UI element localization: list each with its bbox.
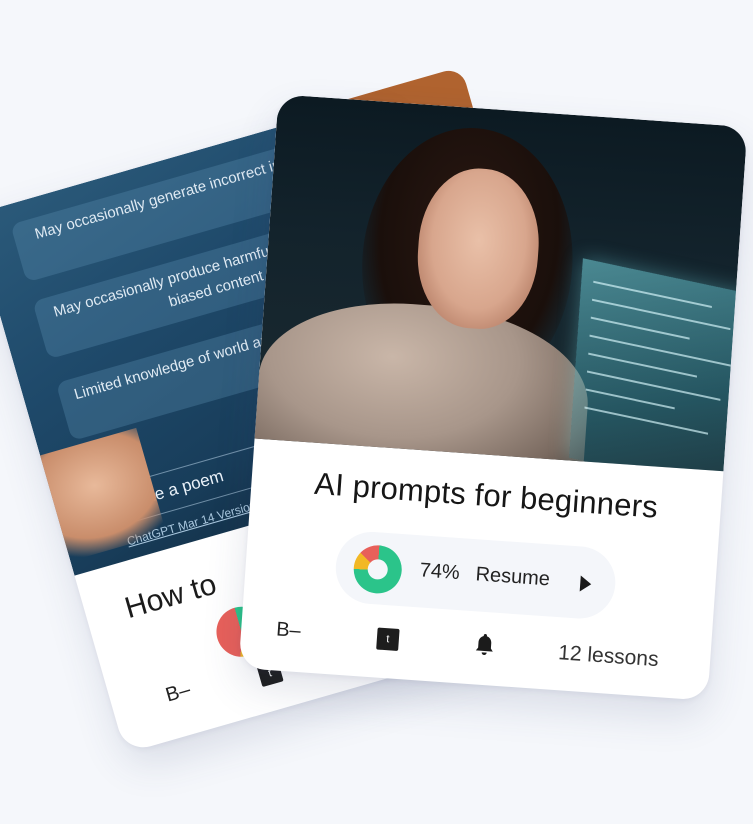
badge-letter: B– [275, 618, 302, 643]
holo-line [586, 370, 721, 401]
resume-button[interactable]: 74% Resume [333, 529, 618, 621]
holo-line [590, 316, 690, 340]
badge-letter: B– [163, 678, 193, 707]
resume-label: Resume [474, 563, 551, 591]
course-title: AI prompts for beginners [313, 465, 660, 525]
hologram-screen [568, 258, 748, 472]
holo-line [591, 298, 731, 331]
t-icon[interactable]: t [376, 627, 400, 651]
course-image [254, 94, 748, 472]
bell-icon[interactable] [472, 631, 498, 659]
holo-line [589, 334, 738, 369]
donut-chart-icon [352, 543, 404, 595]
holo-line [585, 388, 675, 410]
thumb [1, 427, 167, 573]
holo-line [584, 406, 709, 435]
lessons-count: 12 lessons [557, 641, 660, 672]
play-icon [579, 575, 592, 593]
progress-percent: 74% [418, 559, 461, 585]
course-card-front[interactable]: AI prompts for beginners 74% Resume B– t… [238, 94, 748, 701]
back-card-title: How to [121, 567, 221, 626]
